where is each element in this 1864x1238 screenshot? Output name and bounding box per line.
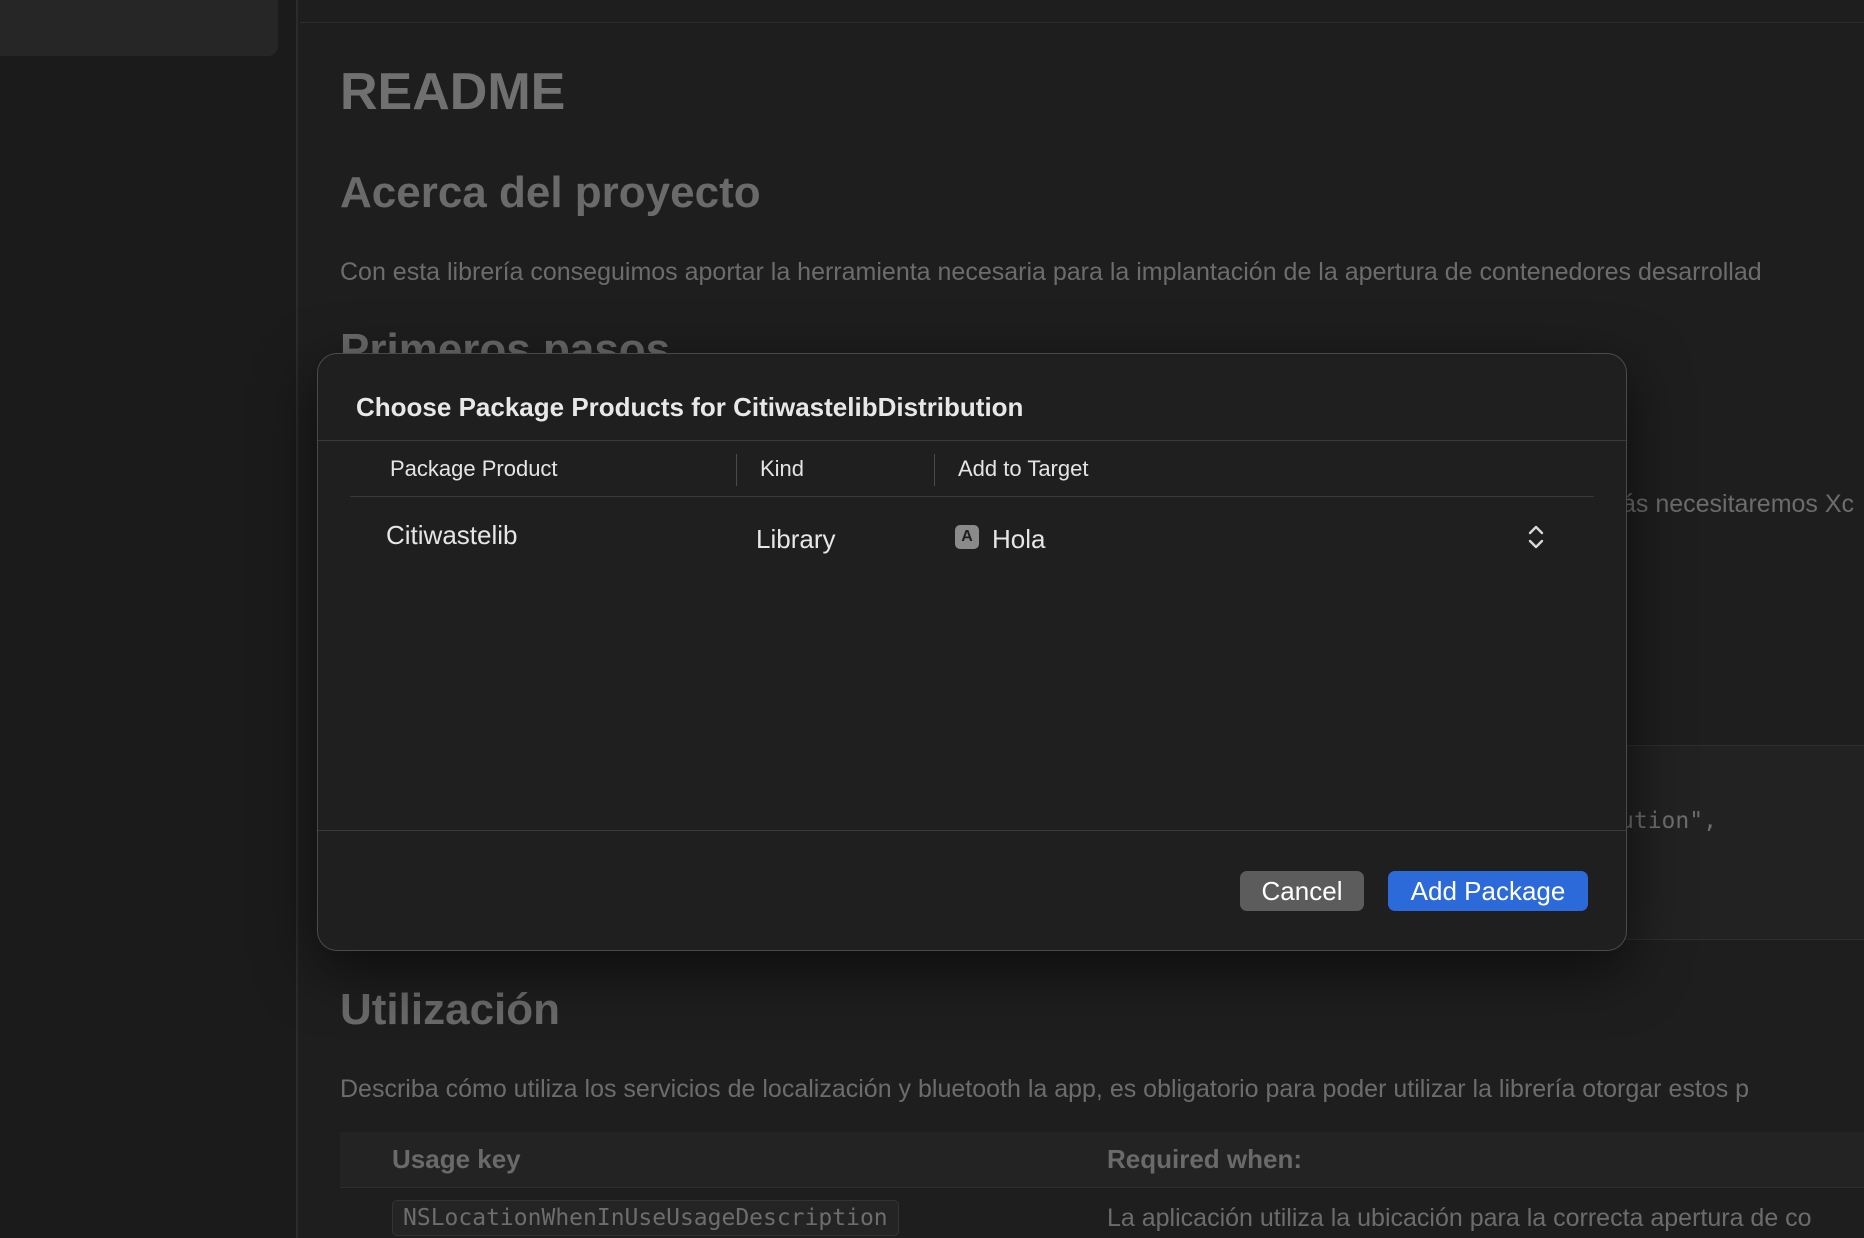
usage-table-header (340, 1132, 1864, 1188)
add-package-button[interactable]: Add Package (1388, 871, 1588, 911)
section-usage-heading: Utilización (340, 985, 561, 1034)
column-divider (934, 454, 935, 486)
column-header-package-product[interactable]: Package Product (390, 456, 558, 482)
code-fragment: ution", (1620, 808, 1717, 834)
required-when-cell: La aplicación utiliza la ubicación para … (1107, 1204, 1812, 1232)
product-name: Citiwastelib (386, 520, 518, 550)
readme-title: README (340, 63, 566, 121)
choose-package-products-dialog: Choose Package Products for Citiwastelib… (317, 353, 1627, 951)
section-about-heading: Acerca del proyecto (340, 168, 761, 217)
partial-paragraph: ás necesitaremos Xc (1622, 490, 1855, 518)
column-header-kind[interactable]: Kind (760, 456, 804, 482)
cancel-button[interactable]: Cancel (1240, 871, 1364, 911)
target-popup-chevrons-icon[interactable] (1524, 521, 1548, 553)
dialog-title: Choose Package Products for Citiwastelib… (356, 392, 1024, 422)
usage-key-code: NSLocationWhenInUseUsageDescription (392, 1200, 899, 1236)
table-header-usage-key: Usage key (392, 1144, 521, 1174)
title-divider (318, 440, 1626, 441)
code-block (1620, 745, 1864, 940)
header-divider (350, 496, 1594, 497)
sidebar (0, 0, 298, 1238)
target-name[interactable]: Hola (992, 524, 1045, 555)
column-header-add-to-target[interactable]: Add to Target (958, 456, 1088, 482)
table-header-required-when: Required when: (1107, 1144, 1303, 1174)
usage-paragraph: Describa cómo utiliza los servicios de l… (340, 1075, 1750, 1103)
product-kind: Library (756, 524, 836, 554)
app-target-icon: A (955, 525, 979, 549)
footer-divider (318, 830, 1626, 831)
sidebar-selected-item[interactable] (0, 0, 278, 56)
column-divider (736, 454, 737, 486)
about-paragraph: Con esta librería conseguimos aportar la… (340, 258, 1762, 286)
